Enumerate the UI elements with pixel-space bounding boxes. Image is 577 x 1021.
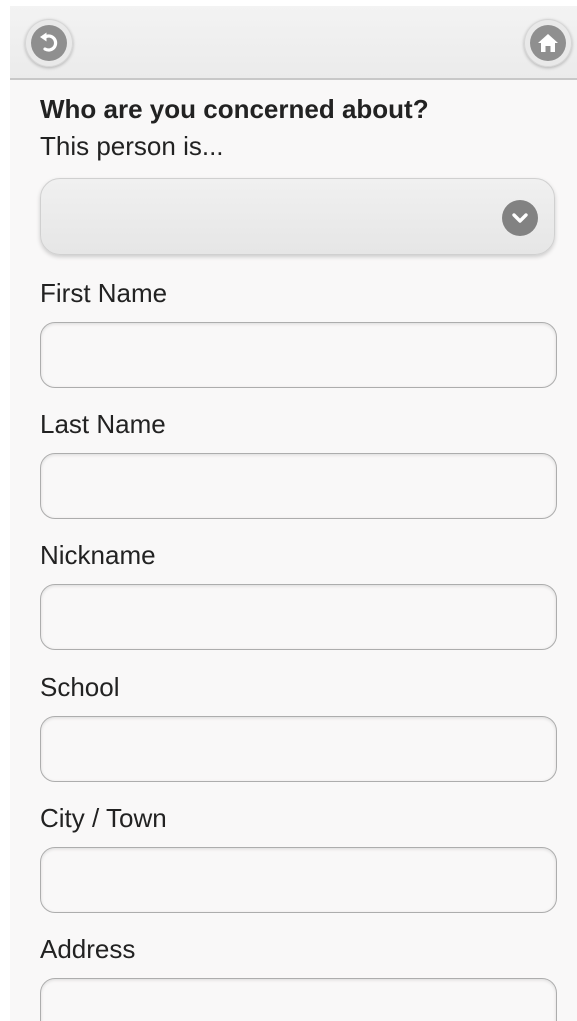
chevron-down-icon	[502, 200, 538, 236]
nickname-input[interactable]	[40, 584, 557, 650]
page-heading: Who are you concerned about?	[40, 94, 429, 124]
last-name-input[interactable]	[40, 453, 557, 519]
back-button[interactable]	[25, 19, 73, 67]
first-name-input[interactable]	[40, 322, 557, 388]
city-town-label: City / Town	[40, 803, 167, 833]
city-town-input[interactable]	[40, 847, 557, 913]
last-name-label: Last Name	[40, 409, 166, 439]
person-relation-label: This person is...	[40, 131, 224, 161]
nickname-label: Nickname	[40, 540, 156, 570]
first-name-label: First Name	[40, 278, 168, 308]
home-icon	[530, 25, 566, 61]
address-label: Address	[40, 934, 136, 964]
relationship-select[interactable]	[40, 178, 555, 255]
home-button[interactable]	[524, 19, 572, 67]
school-label: School	[40, 672, 120, 702]
school-input[interactable]	[40, 716, 557, 782]
address-input[interactable]	[40, 978, 557, 1021]
back-arrow-icon	[31, 25, 67, 61]
header-bar	[10, 6, 577, 80]
app-frame: Who are you concerned about? This person…	[10, 6, 577, 1021]
